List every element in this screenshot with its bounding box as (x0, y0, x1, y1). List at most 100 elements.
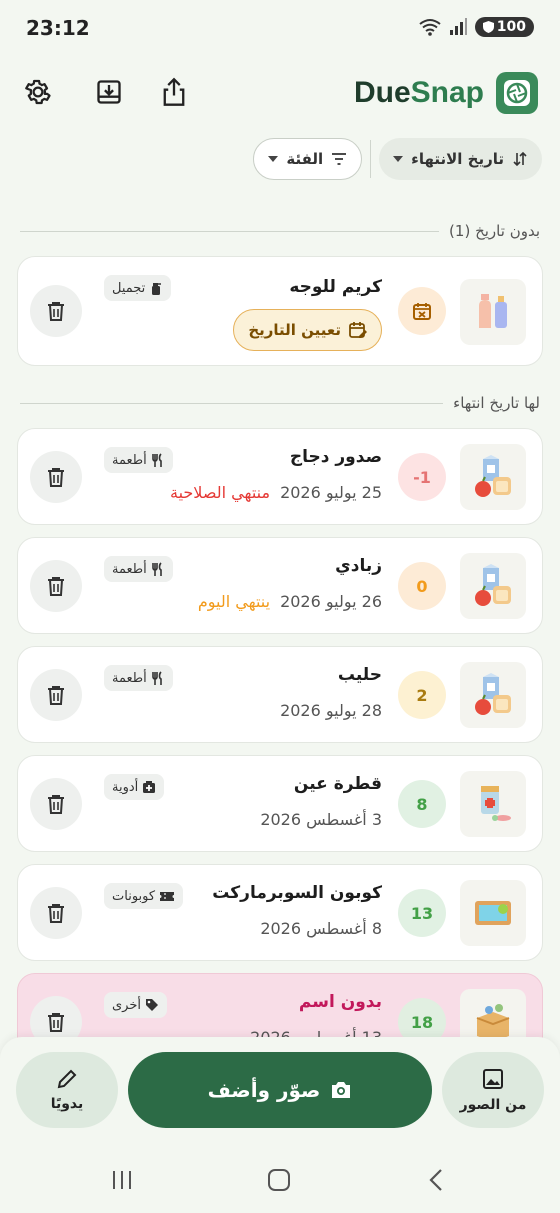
days-left-badge: 8 (398, 780, 446, 828)
days-left-badge: 0 (398, 562, 446, 610)
camera-aperture-icon (504, 80, 530, 106)
app-logo (496, 72, 538, 114)
capture-label: صوّر وأضف (207, 1078, 321, 1102)
sort-arrows-icon (513, 151, 527, 167)
category-chip[interactable]: الفئة (253, 138, 363, 180)
calendar-x-icon (413, 303, 431, 320)
delete-button[interactable] (30, 285, 82, 337)
trash-icon (48, 468, 64, 487)
category-tag: أطعمة (104, 447, 173, 473)
expiry-status: ينتهي اليوم (197, 592, 271, 611)
settings-button[interactable] (22, 76, 54, 108)
category-tag: أدوية (104, 774, 165, 800)
trash-icon (48, 686, 64, 705)
expiry-status: منتهي الصلاحية (170, 483, 271, 502)
battery-level: 100 (496, 19, 526, 35)
coupon-icon (475, 901, 511, 925)
item-name: صدور دجاج (289, 447, 382, 467)
share-icon (163, 77, 185, 106)
days-left-badge: -1 (398, 453, 446, 501)
delete-button[interactable] (30, 669, 82, 721)
item-thumbnail (460, 553, 526, 619)
section-divider (20, 402, 444, 404)
expiry-date: 25 يوليو 2026 (280, 483, 382, 502)
days-left-badge: 2 (398, 671, 446, 719)
home-icon (268, 1169, 290, 1191)
medical-kit-icon (143, 781, 156, 793)
item-date-line: 28 يوليو 2026 (280, 701, 382, 720)
item-date-line: 26 يوليو 2026 ينتهي اليوم (198, 592, 382, 611)
item-name: بدون اسم (298, 992, 382, 1012)
trash-icon (48, 1013, 64, 1032)
shield-icon (482, 21, 494, 33)
fork-knife-icon (151, 562, 162, 576)
category-tag: أطعمة (104, 665, 173, 691)
delete-button[interactable] (30, 887, 82, 939)
filter-bar: تاريخ الانتهاء الفئة (253, 138, 542, 180)
item-date-line: 8 أغسطس 2026 (260, 919, 382, 938)
import-button[interactable] (93, 76, 125, 108)
category-tag: أطعمة (104, 556, 173, 582)
status-bar: 23:12 100 (0, 0, 560, 56)
expiry-date: 3 أغسطس 2026 (260, 810, 382, 829)
trash-icon (48, 904, 64, 923)
recents-icon (113, 1171, 131, 1189)
item-date-line: 25 يوليو 2026 منتهي الصلاحية (170, 483, 382, 502)
ticket-icon (160, 892, 175, 901)
set-date-button[interactable]: تعيين التاريخ (233, 309, 382, 351)
item-card[interactable]: -1 صدور دجاج 25 يوليو 2026 منتهي الصلاحية… (17, 428, 543, 525)
item-date-line: 3 أغسطس 2026 (260, 810, 382, 829)
share-button[interactable] (158, 76, 190, 108)
system-nav-bar (0, 1147, 560, 1213)
recents-button[interactable] (106, 1165, 138, 1195)
item-card[interactable]: 13 كوبون السوبرماركت 8 أغسطس 2026 كوبونا… (17, 864, 543, 961)
delete-button[interactable] (30, 451, 82, 503)
trash-icon (48, 302, 64, 321)
back-button[interactable] (420, 1165, 452, 1195)
item-thumbnail (460, 444, 526, 510)
item-card-no-date[interactable]: كريم للوجه تعيين التاريخ تجميل (17, 256, 543, 366)
item-name: حليب (337, 665, 382, 685)
fork-knife-icon (151, 453, 162, 467)
dropdown-arrow-icon (268, 156, 279, 162)
trash-icon (48, 795, 64, 814)
signal-icon (449, 18, 467, 35)
food-icon (475, 564, 511, 606)
delete-button[interactable] (30, 778, 82, 830)
gallery-label: من الصور (459, 1097, 527, 1113)
calendar-edit-icon (349, 322, 367, 338)
fork-knife-icon (151, 671, 162, 685)
pencil-icon (57, 1069, 77, 1089)
expiry-date: 28 يوليو 2026 (280, 701, 382, 720)
item-thumbnail (460, 279, 526, 345)
category-tag: أخرى (104, 992, 167, 1018)
manual-add-button[interactable]: يدويًا (16, 1052, 118, 1128)
camera-icon (332, 1082, 351, 1098)
wifi-icon (419, 19, 441, 36)
from-gallery-button[interactable]: من الصور (442, 1052, 544, 1128)
item-thumbnail (460, 662, 526, 728)
item-card[interactable]: 8 قطرة عين 3 أغسطس 2026 أدوية (17, 755, 543, 852)
section-title: بدون تاريخ (1) (449, 222, 540, 240)
section-title: لها تاريخ انتهاء (453, 394, 540, 412)
tag-icon (146, 999, 158, 1011)
capture-add-button[interactable]: صوّر وأضف (128, 1052, 432, 1128)
manual-label: يدويًا (50, 1096, 84, 1112)
item-thumbnail (460, 771, 526, 837)
home-button[interactable] (263, 1165, 295, 1195)
sort-chip[interactable]: تاريخ الانتهاء (379, 138, 542, 180)
item-card[interactable]: 0 زبادي 26 يوليو 2026 ينتهي اليوم أطعمة (17, 537, 543, 634)
item-name: كريم للوجه (289, 277, 382, 297)
category-tag: تجميل (104, 275, 172, 301)
trash-icon (48, 577, 64, 596)
status-icons: 100 (419, 17, 534, 37)
brand: DueSnap (354, 72, 538, 114)
status-time: 23:12 (26, 16, 90, 40)
item-card[interactable]: 2 حليب 28 يوليو 2026 أطعمة (17, 646, 543, 743)
back-arrow-icon (429, 1169, 442, 1191)
section-header-with-date: لها تاريخ انتهاء (20, 394, 540, 412)
dropdown-arrow-icon (393, 156, 404, 162)
brand-name: DueSnap (353, 76, 484, 109)
item-name: قطرة عين (293, 774, 382, 794)
delete-button[interactable] (30, 560, 82, 612)
